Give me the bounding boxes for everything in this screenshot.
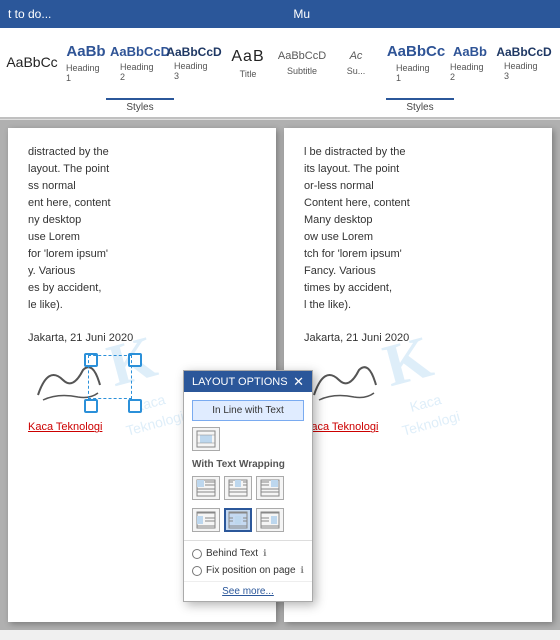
- style-h3r-label: Heading 3: [504, 61, 544, 81]
- right-date: Jakarta, 21 Juni 2020: [304, 330, 532, 347]
- popup-behind-text-option: Behind Text ℹ: [184, 545, 312, 562]
- right-page-text: l be distracted by the its layout. The p…: [304, 144, 532, 314]
- left-date: Jakarta, 21 Juni 2020: [28, 330, 256, 347]
- style-h1-preview: AaBb: [66, 43, 105, 61]
- styles-label-left: Styles: [106, 98, 173, 115]
- doc-area: distracted by the layout. The point ss n…: [0, 120, 560, 630]
- wrapping-icons-row1: [184, 472, 312, 504]
- style-normal[interactable]: AaBbCc: [6, 32, 58, 94]
- style-h1r-preview: AaBbCc: [387, 43, 445, 61]
- style-heading3-right[interactable]: AaBbCcD Heading 3: [498, 32, 550, 94]
- popup-divider: [184, 540, 312, 541]
- wrap-icon-1[interactable]: [192, 476, 220, 500]
- popup-wrapping-section: With Text Wrapping: [184, 455, 312, 472]
- styles-label-row: Styles Styles: [0, 98, 560, 119]
- selection-dashed-box: [88, 355, 132, 399]
- fix-position-radio[interactable]: [192, 566, 202, 576]
- styles-row: AaBbCc AaBb Heading 1 AaBbCcD Heading 2 …: [0, 28, 560, 98]
- style-heading3-left[interactable]: AaBbCcD Heading 3: [168, 32, 220, 94]
- wrap-icon-6[interactable]: [256, 508, 284, 532]
- wrap-icon-2[interactable]: [224, 476, 252, 500]
- style-subtle-label: Su...: [347, 66, 366, 76]
- popup-header: LAYOUT OPTIONS ✕: [184, 371, 312, 392]
- title-bar: t to do... Mu: [0, 0, 560, 28]
- title-center-text: Mu: [293, 7, 310, 21]
- left-page-text: distracted by the layout. The point ss n…: [28, 144, 256, 314]
- behind-text-info[interactable]: ℹ: [263, 548, 266, 559]
- style-heading2[interactable]: AaBbCcD Heading 2: [114, 32, 166, 94]
- fix-position-info[interactable]: ℹ: [301, 565, 304, 576]
- ribbon: AaBbCc AaBb Heading 1 AaBbCcD Heading 2 …: [0, 28, 560, 120]
- style-h2-label: Heading 2: [120, 62, 160, 82]
- title-bar-left: t to do...: [8, 7, 51, 21]
- title-bar-center: Mu: [51, 7, 552, 21]
- behind-text-radio[interactable]: [192, 549, 202, 559]
- right-signature-name: Kaca Teknologi: [304, 419, 532, 436]
- popup-inline-section: [184, 392, 312, 398]
- style-h3-label: Heading 3: [174, 61, 214, 81]
- style-subtle[interactable]: Ac Su...: [330, 32, 382, 94]
- styles-label-right: Styles: [386, 98, 453, 115]
- popup-close-button[interactable]: ✕: [293, 375, 304, 388]
- wrap-icon-4[interactable]: [192, 508, 220, 532]
- style-h1r-label: Heading 1: [396, 63, 436, 83]
- wrap-icon-5[interactable]: [224, 508, 252, 532]
- wrapping-icons-row2: [184, 504, 312, 536]
- inline-icons-row: [184, 423, 312, 455]
- style-heading1[interactable]: AaBb Heading 1: [60, 32, 112, 94]
- style-h1-label: Heading 1: [66, 63, 106, 83]
- style-title-preview: AaB: [231, 47, 264, 66]
- style-title-label: Title: [240, 69, 257, 79]
- style-heading1-right[interactable]: AaBbCc Heading 1: [390, 32, 442, 94]
- inline-icon-1[interactable]: [192, 427, 220, 451]
- style-h3-preview: AaBbCcD: [166, 45, 221, 59]
- style-subtitle-label: Subtitle: [287, 66, 317, 76]
- style-h2-preview: AaBbCcD: [110, 44, 170, 60]
- wrap-icon-3[interactable]: [256, 476, 284, 500]
- title-left-text: t to do...: [8, 7, 51, 21]
- style-h3r-preview: AaBbCcD: [496, 45, 551, 59]
- style-subtitle[interactable]: AaBbCcD Subtitle: [276, 32, 328, 94]
- selection-handle-bl[interactable]: [84, 399, 98, 413]
- style-heading2-right[interactable]: AaBb Heading 2: [444, 32, 496, 94]
- inline-with-text-button[interactable]: In Line with Text: [192, 400, 304, 421]
- style-subtitle-preview: AaBbCcD: [278, 50, 326, 63]
- see-more-link[interactable]: See more...: [184, 581, 312, 601]
- selection-handle-br[interactable]: [128, 399, 142, 413]
- layout-options-popup: LAYOUT OPTIONS ✕ In Line with Text With …: [183, 370, 313, 602]
- style-h2r-preview: AaBb: [453, 44, 487, 60]
- fix-position-label: Fix position on page ℹ: [206, 565, 304, 576]
- popup-fix-position-option: Fix position on page ℹ: [184, 562, 312, 579]
- style-title-right[interactable]: Aa Titl: [552, 32, 560, 94]
- behind-text-label: Behind Text ℹ: [206, 548, 267, 559]
- style-subtle-preview: Ac: [350, 50, 363, 63]
- style-h2r-label: Heading 2: [450, 62, 490, 82]
- right-signature-area: Kaca Teknologi: [304, 355, 532, 435]
- style-normal-preview: AaBbCc: [6, 54, 57, 71]
- right-page: l be distracted by the its layout. The p…: [284, 128, 552, 622]
- popup-title: LAYOUT OPTIONS: [192, 376, 288, 388]
- right-signature-svg: [304, 355, 384, 410]
- style-title[interactable]: AaB Title: [222, 32, 274, 94]
